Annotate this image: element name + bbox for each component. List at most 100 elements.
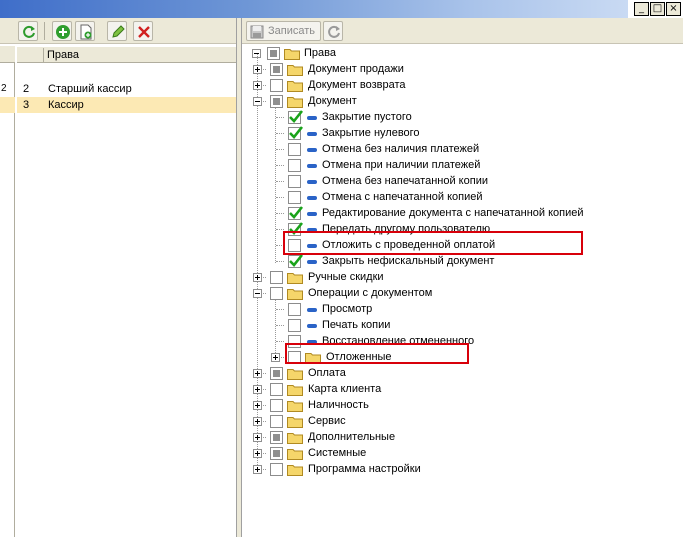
tree-node-label: Отмена без наличия платежей	[322, 143, 480, 155]
checked-checkbox[interactable]	[288, 126, 304, 140]
tree-right-node[interactable]: Отмена при наличии платежей	[242, 157, 542, 173]
root-checkbox[interactable]	[267, 47, 280, 60]
tree-node-label: Печать копии	[322, 319, 391, 331]
delete-button[interactable]	[133, 21, 153, 41]
tree-folder-node[interactable]: Программа настройки	[242, 461, 542, 477]
save-disk-icon	[250, 25, 264, 39]
tree-folder-node[interactable]: Сервис	[242, 413, 542, 429]
close-window-button[interactable]: ×	[666, 2, 681, 16]
checkbox[interactable]	[270, 415, 283, 428]
tree-folder-node[interactable]: Ручные скидки	[242, 269, 542, 285]
checkbox[interactable]	[270, 399, 283, 412]
tree-folder-node[interactable]: Карта клиента	[242, 381, 542, 397]
copy-button[interactable]	[75, 21, 95, 41]
tree-folder-node[interactable]: Дополнительные	[242, 429, 542, 445]
copy-icon	[80, 24, 92, 40]
tree-connector	[276, 229, 284, 230]
roles-grid-header[interactable]: Права	[17, 46, 236, 63]
tree-right-node[interactable]: Отмена с напечатанной копией	[242, 189, 542, 205]
folder-icon	[287, 289, 303, 300]
checkbox[interactable]	[288, 319, 301, 332]
role-row-selected[interactable]: 3 Кассир	[17, 97, 236, 113]
role-row[interactable]: 2 Старший кассир	[17, 81, 236, 97]
gutter-number: 2	[1, 83, 7, 94]
checkbox[interactable]	[288, 191, 301, 204]
expand-toggle[interactable]	[271, 353, 280, 362]
expand-toggle[interactable]	[253, 65, 262, 74]
folder-icon	[287, 81, 303, 92]
expand-toggle[interactable]	[253, 433, 262, 442]
tree-root-label: Права	[304, 47, 336, 59]
expand-toggle[interactable]	[253, 449, 262, 458]
tree-right-node[interactable]: Печать копии	[242, 317, 542, 333]
save-button[interactable]: Записать	[246, 21, 321, 41]
checkbox[interactable]	[270, 463, 283, 476]
expand-toggle[interactable]	[253, 417, 262, 426]
checkbox[interactable]	[288, 159, 301, 172]
right-item-icon	[307, 212, 317, 216]
expand-toggle[interactable]	[253, 385, 262, 394]
tree-folder-node[interactable]: Системные	[242, 445, 542, 461]
tree-right-node[interactable]: Закрытие нулевого	[242, 125, 542, 141]
tree-right-node[interactable]: Закрыть нефискальный документ	[242, 253, 542, 269]
expand-toggle[interactable]	[253, 273, 262, 282]
checkmark-icon	[289, 126, 304, 139]
tree-node-label: Оплата	[308, 367, 346, 379]
checkbox[interactable]	[288, 175, 301, 188]
right-item-icon	[307, 164, 317, 168]
expand-toggle[interactable]	[253, 369, 262, 378]
maximize-button[interactable]: □	[650, 2, 665, 16]
checked-checkbox[interactable]	[288, 110, 304, 124]
right-item-icon	[307, 116, 317, 120]
checkbox[interactable]	[288, 303, 301, 316]
add-button[interactable]	[52, 21, 72, 41]
checkbox[interactable]	[270, 79, 283, 92]
partial-checkbox[interactable]	[270, 447, 283, 460]
tree-folder-node[interactable]: Операции с документом	[242, 285, 542, 301]
tree-connector	[276, 341, 284, 342]
tree-right-node[interactable]: Редактирование документа с напечатанной …	[242, 205, 584, 221]
partial-checkbox[interactable]	[270, 367, 283, 380]
checkbox[interactable]	[288, 143, 301, 156]
partial-checkbox[interactable]	[270, 63, 283, 76]
collapse-toggle[interactable]	[253, 289, 262, 298]
checkbox[interactable]	[270, 287, 283, 300]
tree-folder-node[interactable]: Наличность	[242, 397, 542, 413]
tree-right-node[interactable]: Просмотр	[242, 301, 542, 317]
expand-toggle[interactable]	[253, 465, 262, 474]
expand-toggle[interactable]	[253, 401, 262, 410]
tree-connector	[276, 325, 284, 326]
delete-icon	[138, 26, 150, 38]
folder-open-icon	[284, 49, 300, 60]
edit-button[interactable]	[107, 21, 127, 41]
tree-right-node[interactable]: Отмена без наличия платежей	[242, 141, 542, 157]
right-item-icon	[307, 308, 317, 312]
tree-node-label: Ручные скидки	[308, 271, 384, 283]
checked-checkbox[interactable]	[288, 254, 304, 268]
toolbar-separator	[44, 22, 45, 40]
tree-folder-node[interactable]: Документ	[242, 93, 542, 109]
checked-checkbox[interactable]	[288, 206, 304, 220]
tree-folder-node[interactable]: Документ продажи	[242, 61, 542, 77]
checkbox[interactable]	[270, 271, 283, 284]
roles-panel: 2 Права 2 Старший кассир 3 Кассир	[0, 18, 237, 537]
tree-folder-node[interactable]: Оплата	[242, 365, 542, 381]
tree-folder-node[interactable]: Документ возврата	[242, 77, 542, 93]
tree-node-label: Закрытие пустого	[322, 111, 412, 123]
refresh-rights-button[interactable]	[323, 21, 343, 41]
tree-root[interactable]: Права	[242, 45, 542, 61]
checkbox[interactable]	[270, 383, 283, 396]
expand-toggle[interactable]	[253, 81, 262, 90]
partial-checkbox[interactable]	[270, 431, 283, 444]
tree-connector	[276, 213, 284, 214]
partial-checkbox[interactable]	[270, 95, 283, 108]
role-number: 3	[23, 99, 30, 111]
tree-node-label: Документ	[308, 95, 357, 107]
collapse-toggle[interactable]	[253, 97, 262, 106]
header-separator	[43, 48, 44, 62]
highlight-box-postpone	[283, 231, 583, 255]
tree-right-node[interactable]: Отмена без напечатанной копии	[242, 173, 542, 189]
refresh-button[interactable]	[18, 21, 38, 41]
minimize-button[interactable]: _	[634, 2, 649, 16]
tree-right-node[interactable]: Закрытие пустого	[242, 109, 542, 125]
